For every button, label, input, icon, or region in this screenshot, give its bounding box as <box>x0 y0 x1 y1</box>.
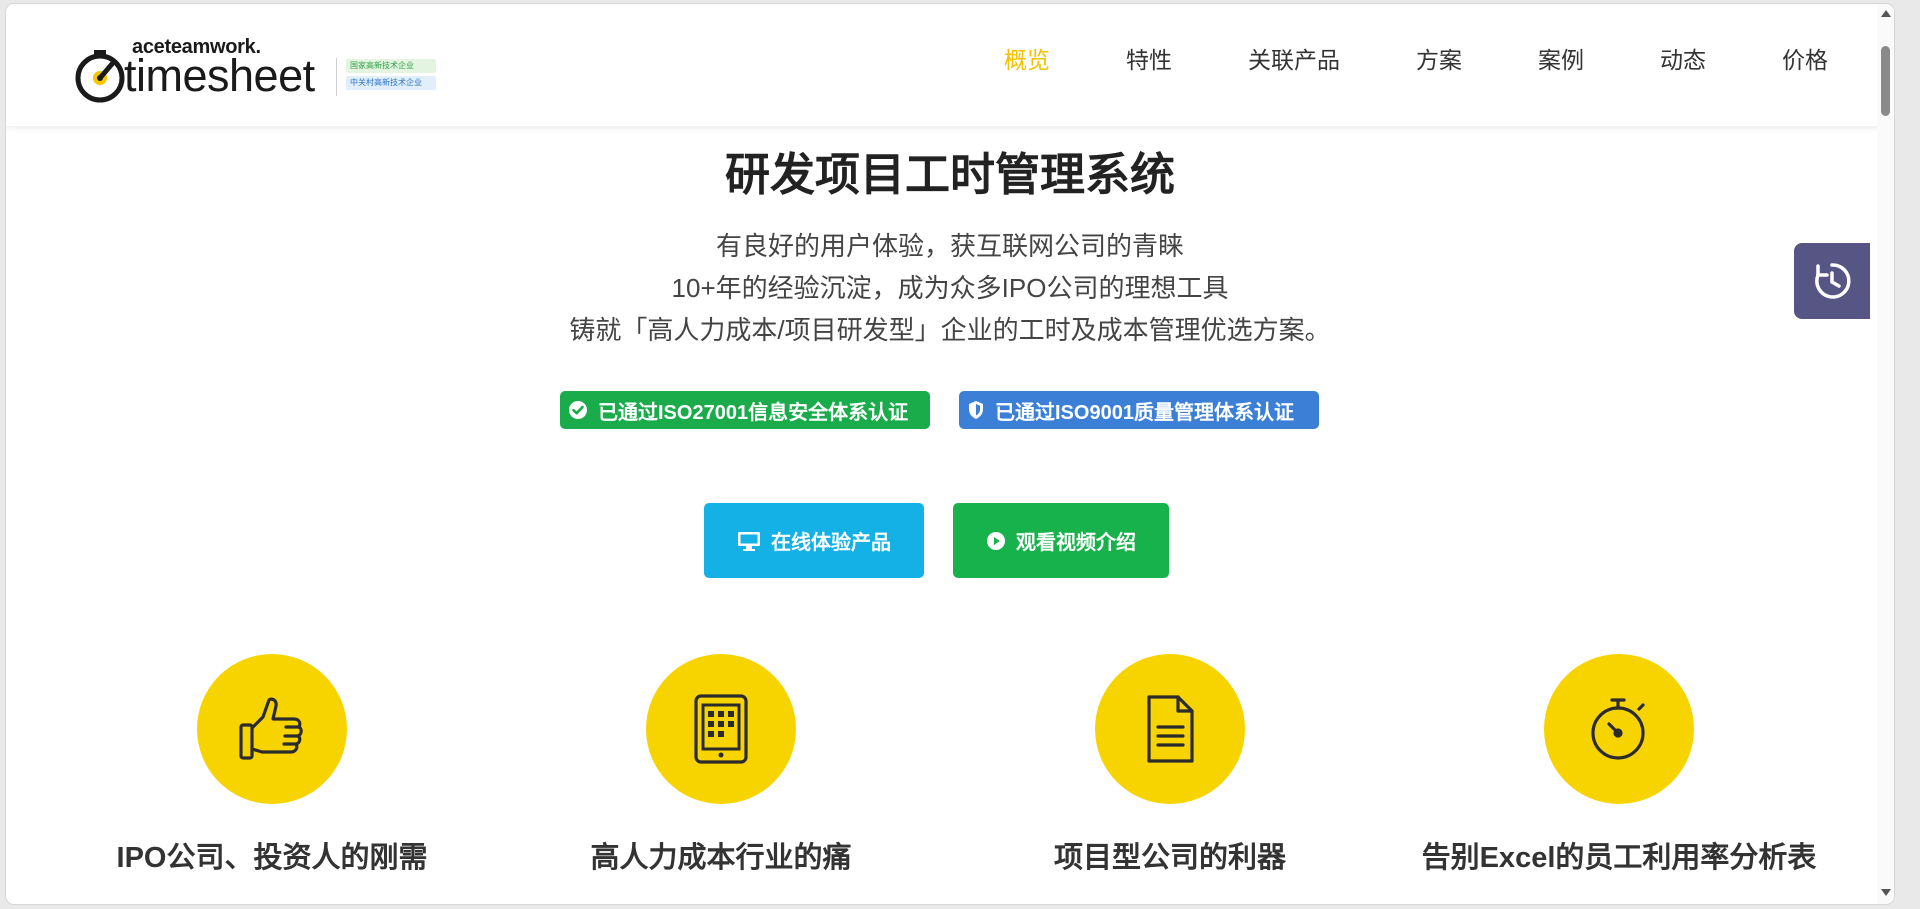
badge-national-hightech: 国家高新技术企业 <box>346 59 436 73</box>
feature-label: 高人力成本行业的痛 <box>590 842 852 874</box>
stopwatch-logo-icon <box>75 50 125 103</box>
stopwatch-icon <box>1591 698 1645 760</box>
hero-title: 研发项目工时管理系统 <box>724 149 1175 200</box>
try-online-button[interactable]: 在线体验产品 <box>704 503 924 578</box>
site-header: aceteamwork. timesheet 国家高新技术企业 中关村高新技术企… <box>6 4 1894 126</box>
hero-tagline-2: 10+年的经验沉淀，成为众多IPO公司的理想工具 <box>671 273 1229 303</box>
check-circle-icon <box>569 401 587 419</box>
feature-icon-circle <box>1095 654 1245 804</box>
shield-icon <box>969 401 983 419</box>
feature-icon-circle <box>197 654 347 804</box>
feature-ipo: IPO公司、投资人的刚需 <box>72 654 472 894</box>
iso27001-label: 已通过ISO27001信息安全体系认证 <box>598 401 909 424</box>
play-circle-icon <box>987 531 1005 550</box>
vertical-scrollbar[interactable] <box>1877 4 1894 904</box>
nav-item-pricing[interactable]: 价格 <box>1782 44 1828 76</box>
scroll-up-arrow-icon[interactable] <box>1881 10 1891 17</box>
feature-project-company: 项目型公司的利器 <box>970 654 1370 894</box>
logo[interactable]: aceteamwork. timesheet 国家高新技术企业 中关村高新技术企… <box>74 36 436 106</box>
feature-label: 告别Excel的员工利用率分析表 <box>1421 842 1817 874</box>
iso9001-badge: 已通过ISO9001质量管理体系认证 <box>959 391 1319 429</box>
feature-utilization-report: 告别Excel的员工利用率分析表 <box>1419 654 1819 894</box>
monitor-icon <box>738 531 760 551</box>
try-online-label: 在线体验产品 <box>771 532 891 554</box>
thumbs-up-icon <box>239 697 303 760</box>
browser-window: aceteamwork. timesheet 国家高新技术企业 中关村高新技术企… <box>6 4 1894 904</box>
feature-label: IPO公司、投资人的刚需 <box>116 842 428 874</box>
nav-item-features[interactable]: 特性 <box>1126 44 1172 76</box>
feature-high-labor-cost: 高人力成本行业的痛 <box>521 654 921 894</box>
document-icon <box>1147 695 1194 763</box>
nav-item-news[interactable]: 动态 <box>1660 44 1706 76</box>
scroll-down-arrow-icon[interactable] <box>1881 889 1891 896</box>
feature-icon-circle <box>646 654 796 804</box>
nav-item-solutions[interactable]: 方案 <box>1416 44 1462 76</box>
scroll-thumb[interactable] <box>1881 46 1890 116</box>
main-nav: 概览 特性 关联产品 方案 案例 动态 价格 <box>928 44 1828 76</box>
refresh-contact-icon <box>1815 263 1851 299</box>
watch-video-label: 观看视频介绍 <box>1016 532 1136 554</box>
feature-label: 项目型公司的利器 <box>1053 842 1286 874</box>
iso9001-label: 已通过ISO9001质量管理体系认证 <box>995 401 1294 424</box>
nav-item-overview[interactable]: 概览 <box>1004 44 1050 76</box>
watch-video-button[interactable]: 观看视频介绍 <box>953 503 1169 578</box>
hero-tagline-3: 铸就「高人力成本/项目研发型」企业的工时及成本管理优选方案。 <box>569 315 1331 345</box>
logo-product-text: timesheet <box>124 50 315 101</box>
nav-item-related-products[interactable]: 关联产品 <box>1248 44 1340 76</box>
floating-contact-widget[interactable] <box>1794 243 1870 319</box>
feature-icon-circle <box>1544 654 1694 804</box>
logo-divider <box>336 58 337 96</box>
iso27001-badge: 已通过ISO27001信息安全体系认证 <box>560 391 930 429</box>
tablet-icon <box>694 694 748 764</box>
hero-tagline-1: 有良好的用户体验，获互联网公司的青睐 <box>715 231 1184 261</box>
badge-zhongguancun-hightech: 中关村高新技术企业 <box>346 76 436 90</box>
nav-item-cases[interactable]: 案例 <box>1538 44 1584 76</box>
